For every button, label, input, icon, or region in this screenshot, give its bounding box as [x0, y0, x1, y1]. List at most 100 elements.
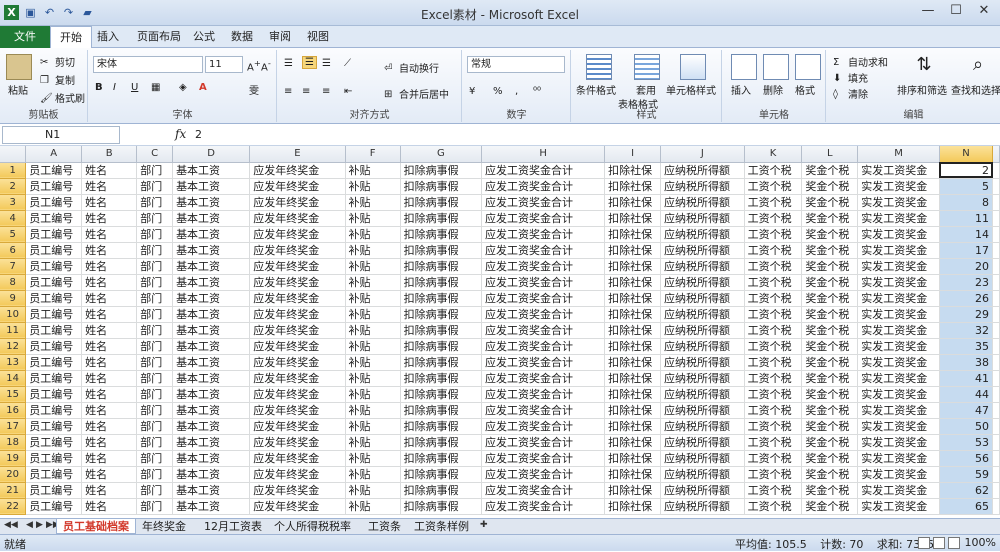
- cell[interactable]: 部门: [136, 194, 174, 211]
- cell[interactable]: 应发工资奖金合计: [481, 450, 606, 467]
- cell[interactable]: 应发年终奖金: [249, 434, 346, 451]
- cell[interactable]: 奖金个税: [801, 226, 859, 243]
- cell[interactable]: 奖金个税: [801, 354, 859, 371]
- cell[interactable]: 应发年终奖金: [249, 306, 346, 323]
- cell[interactable]: 姓名: [81, 242, 138, 259]
- cell[interactable]: 姓名: [81, 274, 138, 291]
- cell[interactable]: 补贴: [345, 210, 401, 227]
- cell[interactable]: 应发工资奖金合计: [481, 402, 606, 419]
- cell[interactable]: 应发工资奖金合计: [481, 482, 606, 499]
- cell[interactable]: 奖金个税: [801, 258, 859, 275]
- column-header[interactable]: C: [136, 146, 174, 163]
- maximize-icon[interactable]: ☐: [946, 3, 966, 21]
- format-cells-button[interactable]: 格式: [795, 82, 815, 97]
- cell[interactable]: [992, 450, 1000, 467]
- cell[interactable]: 应纳税所得额: [660, 274, 745, 291]
- align-middle-icon[interactable]: ☰: [302, 56, 317, 69]
- align-left-icon[interactable]: ≡: [284, 86, 292, 97]
- sheet-tab-dec-salary[interactable]: 12月工资表: [198, 519, 268, 534]
- sheet-tab-bonus[interactable]: 年终奖金: [136, 519, 192, 534]
- cell[interactable]: 29: [939, 306, 994, 323]
- cell[interactable]: 基本工资: [172, 210, 251, 227]
- cell[interactable]: 奖金个税: [801, 194, 859, 211]
- cell[interactable]: 59: [939, 466, 994, 483]
- cell[interactable]: [992, 210, 1000, 227]
- cell[interactable]: 员工编号: [25, 466, 83, 483]
- cell[interactable]: 应纳税所得额: [660, 498, 745, 515]
- cell[interactable]: 工资个税: [744, 290, 803, 307]
- row-header[interactable]: 1: [0, 162, 27, 179]
- cell[interactable]: 员工编号: [25, 162, 83, 179]
- cell[interactable]: 姓名: [81, 210, 138, 227]
- cell[interactable]: 基本工资: [172, 354, 251, 371]
- cell[interactable]: 奖金个税: [801, 466, 859, 483]
- row-header[interactable]: 22: [0, 498, 27, 515]
- cell[interactable]: 扣除病事假: [400, 354, 483, 371]
- cell[interactable]: 部门: [136, 354, 174, 371]
- cell[interactable]: 扣除病事假: [400, 386, 483, 403]
- minimize-icon[interactable]: —: [918, 3, 938, 21]
- cell[interactable]: 扣除社保: [604, 258, 661, 275]
- cell[interactable]: 姓名: [81, 466, 138, 483]
- cell[interactable]: 奖金个税: [801, 322, 859, 339]
- cell[interactable]: 实发工资奖金: [857, 498, 940, 515]
- tab-insert[interactable]: 插入: [88, 26, 128, 48]
- cell[interactable]: 应发年终奖金: [249, 242, 346, 259]
- cell[interactable]: 应发工资奖金合计: [481, 386, 606, 403]
- cell[interactable]: 应纳税所得额: [660, 226, 745, 243]
- cell[interactable]: 应发年终奖金: [249, 194, 346, 211]
- cell[interactable]: 50: [939, 418, 994, 435]
- cell[interactable]: 应发工资奖金合计: [481, 418, 606, 435]
- cell[interactable]: 员工编号: [25, 274, 83, 291]
- fill-button[interactable]: ⬇ 填充: [833, 70, 868, 86]
- cell[interactable]: 应发工资奖金合计: [481, 258, 606, 275]
- row-header[interactable]: 21: [0, 482, 27, 499]
- orientation-icon[interactable]: ⟋: [344, 58, 351, 69]
- cell[interactable]: 扣除社保: [604, 354, 661, 371]
- cell[interactable]: 基本工资: [172, 450, 251, 467]
- cell[interactable]: 部门: [136, 242, 174, 259]
- format-cells-icon[interactable]: [795, 54, 821, 80]
- cell[interactable]: 20: [939, 258, 994, 275]
- cell[interactable]: 基本工资: [172, 482, 251, 499]
- comma-button[interactable]: ,: [515, 86, 518, 97]
- cell[interactable]: 扣除病事假: [400, 402, 483, 419]
- cell[interactable]: 部门: [136, 482, 174, 499]
- paste-icon[interactable]: [6, 54, 32, 80]
- cell[interactable]: [992, 306, 1000, 323]
- cell[interactable]: 扣除社保: [604, 242, 661, 259]
- cell[interactable]: 应纳税所得额: [660, 450, 745, 467]
- cell[interactable]: 奖金个税: [801, 498, 859, 515]
- cell[interactable]: 基本工资: [172, 178, 251, 195]
- cell[interactable]: 应纳税所得额: [660, 482, 745, 499]
- cell[interactable]: 员工编号: [25, 194, 83, 211]
- cell[interactable]: [992, 386, 1000, 403]
- currency-icon[interactable]: ¥: [469, 86, 475, 97]
- cell[interactable]: 应纳税所得额: [660, 386, 745, 403]
- cell[interactable]: 实发工资奖金: [857, 434, 940, 451]
- copy-button[interactable]: ❐ 复制: [40, 72, 75, 88]
- cell[interactable]: 基本工资: [172, 258, 251, 275]
- column-header[interactable]: A: [25, 146, 83, 163]
- cell[interactable]: 工资个税: [744, 258, 803, 275]
- cell[interactable]: 员工编号: [25, 418, 83, 435]
- cell[interactable]: 应纳税所得额: [660, 290, 745, 307]
- cell[interactable]: 部门: [136, 450, 174, 467]
- select-all-corner[interactable]: [0, 146, 27, 163]
- underline-button[interactable]: U: [131, 82, 138, 93]
- row-header[interactable]: 2: [0, 178, 27, 195]
- tab-data[interactable]: 数据: [222, 26, 262, 48]
- cell[interactable]: 应发工资奖金合计: [481, 434, 606, 451]
- shrink-font-icon[interactable]: A-: [261, 58, 271, 73]
- cell[interactable]: 扣除病事假: [400, 322, 483, 339]
- cell[interactable]: 补贴: [345, 498, 401, 515]
- cell[interactable]: 补贴: [345, 402, 401, 419]
- cell[interactable]: 32: [939, 322, 994, 339]
- cell[interactable]: 应发年终奖金: [249, 322, 346, 339]
- cell[interactable]: 扣除社保: [604, 194, 661, 211]
- wrap-text-button[interactable]: ⏎ 自动换行: [384, 60, 439, 76]
- align-bottom-icon[interactable]: ☰: [322, 58, 331, 69]
- cell[interactable]: 基本工资: [172, 402, 251, 419]
- cell[interactable]: 扣除社保: [604, 338, 661, 355]
- prev-sheet-icon[interactable]: ◀: [26, 520, 33, 530]
